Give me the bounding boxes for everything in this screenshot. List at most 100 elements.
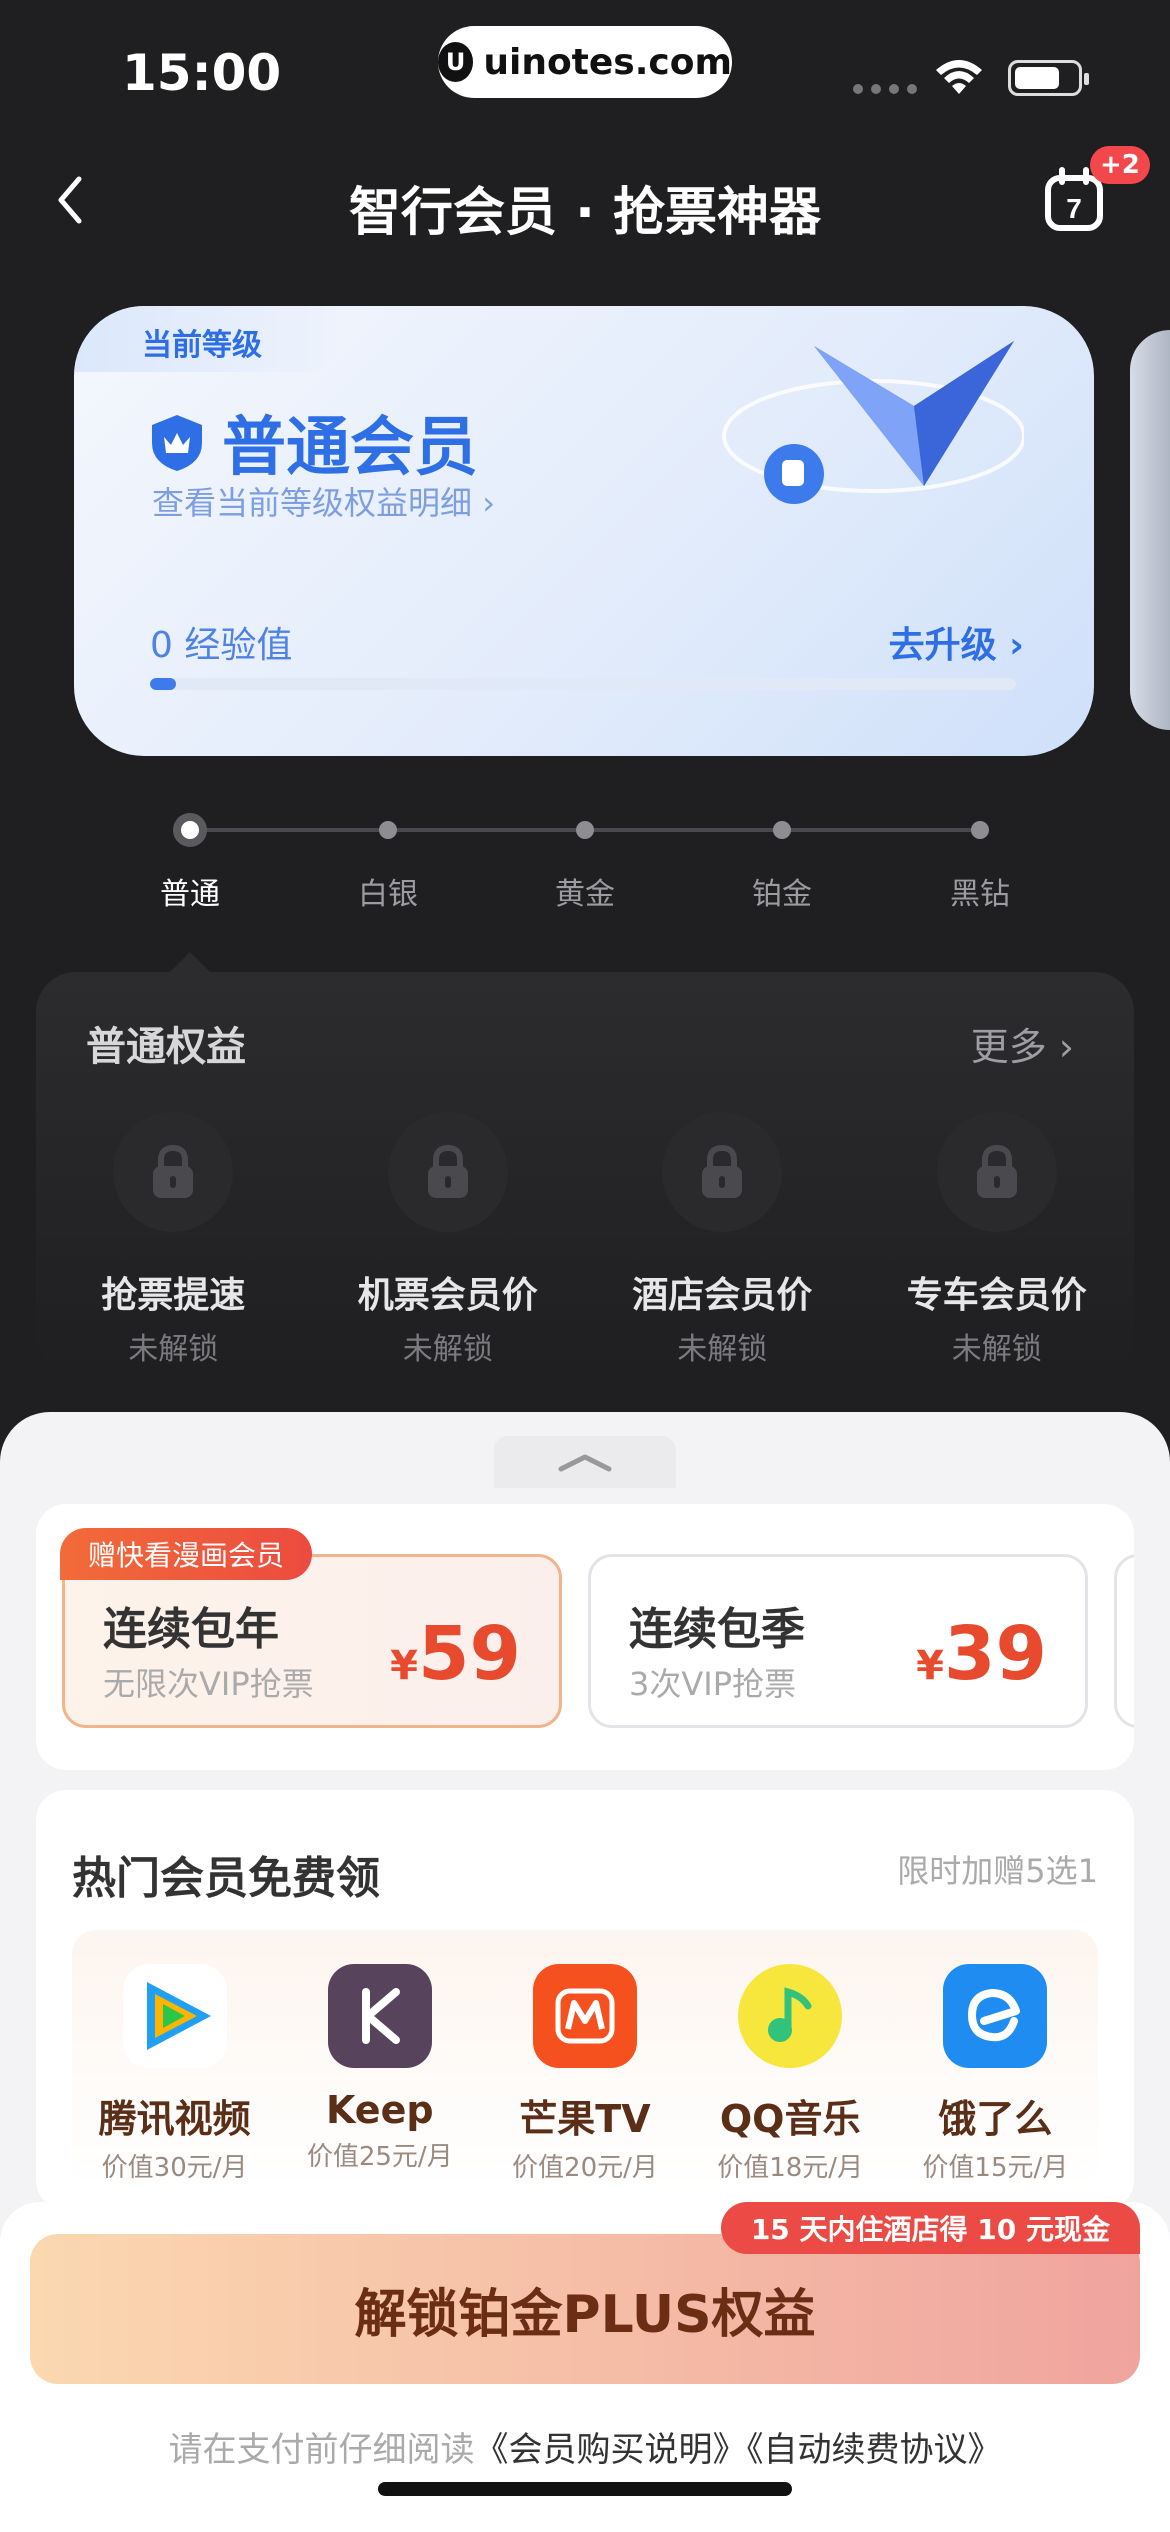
lock-icon <box>662 1112 783 1232</box>
chevron-right-icon: › <box>1046 1025 1074 1069</box>
tier-dot <box>971 821 989 839</box>
benefit-status: 未解锁 <box>128 1332 219 1367</box>
uinotes-logo-icon: U <box>438 42 474 82</box>
tier-dot <box>773 821 791 839</box>
next-level-card-peek[interactable] <box>1130 330 1170 730</box>
lock-icon <box>387 1112 508 1232</box>
purchase-sheet: 连续包年 无限次VIP抢票 ¥59 赠快看漫画会员 连续包季 3次VIP抢票 ¥… <box>0 1412 1170 2532</box>
calendar-day: 7 <box>1066 193 1082 224</box>
more-text: 更多 <box>970 1025 1047 1069</box>
tier-timeline: 普通 白银 黄金 铂金 黑钻 <box>0 800 1170 913</box>
benefits-panel: 普通权益 更多 › 抢票提速 未解锁 机票会员价 未解锁 酒店会员价 未解锁 专… <box>36 972 1134 1372</box>
app-value: 价值20元/月 <box>512 2153 658 2183</box>
benefit-list: 抢票提速 未解锁 机票会员价 未解锁 酒店会员价 未解锁 专车会员价 未解锁 <box>36 1112 1134 1368</box>
tier-label: 黄金 <box>555 877 615 912</box>
crown-shield-icon <box>152 415 202 471</box>
benefit-name: 机票会员价 <box>357 1275 538 1316</box>
agreement-prefix: 请在支付前仔细阅读 <box>168 2430 475 2470</box>
upgrade-link[interactable]: 去升级 › <box>889 616 1024 668</box>
benefits-more-link[interactable]: 更多 › <box>971 1016 1074 1071</box>
price-value: 39 <box>944 1611 1047 1697</box>
tier-label: 白银 <box>358 877 418 912</box>
plan-card-annual[interactable]: 连续包年 无限次VIP抢票 ¥59 <box>62 1554 562 1728</box>
url-pill[interactable]: U uinotes.com <box>438 26 732 98</box>
benefit-status: 未解锁 <box>677 1332 768 1367</box>
free-membership-section: 热门会员免费领 限时加赠5选1 腾讯视频 价值30元/月 Keep 价值25元/… <box>36 1790 1134 2210</box>
cellular-signal-icon <box>853 84 917 94</box>
cashback-badge: 15 天内住酒店得 10 元现金 <box>720 2202 1140 2254</box>
nav-bar: 智行会员 · 抢票神器 7 <box>0 150 1170 250</box>
experience-progress-bar <box>150 678 1016 690</box>
benefit-item[interactable]: 抢票提速 未解锁 <box>36 1112 311 1368</box>
member-level-name: 普通会员 <box>222 411 478 485</box>
benefit-status: 未解锁 <box>951 1332 1042 1367</box>
chevron-up-icon <box>558 1454 612 1472</box>
app-name: 饿了么 <box>938 2097 1053 2141</box>
plan-desc: 无限次VIP抢票 <box>103 1665 314 1703</box>
app-value: 价值18元/月 <box>717 2153 864 2183</box>
purchase-terms-link[interactable]: 《会员购买说明》 <box>475 2430 747 2470</box>
benefits-title: 普通权益 <box>86 1024 246 1070</box>
tier-dot <box>379 821 397 839</box>
home-indicator <box>378 2482 792 2496</box>
page-title: 智行会员 · 抢票神器 <box>349 183 821 243</box>
tier-dot <box>576 821 594 839</box>
chevron-right-icon: › <box>482 484 495 522</box>
plan-card-peek[interactable] <box>1114 1554 1134 1728</box>
app-name: Keep <box>326 2088 434 2132</box>
tier-label: 黑钻 <box>950 877 1010 912</box>
tier-label: 铂金 <box>752 877 812 912</box>
tier-item[interactable]: 普通 <box>120 800 260 913</box>
lock-icon <box>113 1112 234 1232</box>
app-value: 价值15元/月 <box>922 2153 1069 2183</box>
url-text: uinotes.com <box>483 41 732 83</box>
app-name: QQ音乐 <box>719 2097 861 2141</box>
benefit-name: 专车会员价 <box>906 1275 1087 1316</box>
member-level-card[interactable]: 当前等级 普通会员 查看当前等级权益明细 › 0 经验值 去升级 › <box>74 306 1094 756</box>
price-value: 59 <box>418 1611 521 1697</box>
status-bar: 15:00 U uinotes.com <box>0 0 1170 130</box>
free-app-item[interactable]: 饿了么 价值15元/月 <box>893 1930 1098 2190</box>
eleme-icon <box>943 1964 1048 2068</box>
tencent-video-icon <box>122 1964 227 2068</box>
member-level-row: 普通会员 <box>146 396 478 488</box>
benefits-pointer <box>170 952 210 972</box>
mango-tv-icon <box>532 1964 637 2068</box>
wifi-icon <box>936 60 982 94</box>
gift-tag: 赠快看漫画会员 <box>60 1528 313 1580</box>
free-app-list: 腾讯视频 价值30元/月 Keep 价值25元/月 芒果TV 价值20元/月 Q… <box>72 1930 1098 2190</box>
level-detail-link[interactable]: 查看当前等级权益明细 › <box>152 478 495 524</box>
plan-desc: 3次VIP抢票 <box>629 1665 796 1703</box>
plan-card-quarterly[interactable]: 连续包季 3次VIP抢票 ¥39 <box>588 1554 1088 1728</box>
free-app-item[interactable]: QQ音乐 价值18元/月 <box>688 1930 893 2190</box>
tier-label: 普通 <box>160 877 220 912</box>
plan-name: 连续包年 <box>103 1604 279 1655</box>
tier-item[interactable]: 铂金 <box>712 800 852 913</box>
tier-item[interactable]: 黑钻 <box>910 800 1050 913</box>
price-currency: ¥ <box>390 1643 419 1689</box>
benefit-name: 酒店会员价 <box>632 1275 813 1316</box>
benefit-item[interactable]: 机票会员价 未解锁 <box>311 1112 586 1368</box>
tier-item[interactable]: 白银 <box>318 800 458 913</box>
benefit-item[interactable]: 专车会员价 未解锁 <box>860 1112 1135 1368</box>
zhixing-logo-art <box>722 341 1024 504</box>
free-app-item[interactable]: Keep 价值25元/月 <box>277 1930 482 2190</box>
battery-icon <box>1008 60 1089 96</box>
benefit-item[interactable]: 酒店会员价 未解锁 <box>585 1112 860 1368</box>
free-app-item[interactable]: 腾讯视频 价值30元/月 <box>72 1930 277 2190</box>
qq-music-icon <box>738 1964 843 2068</box>
free-app-item[interactable]: 芒果TV 价值20元/月 <box>482 1930 687 2190</box>
experience-points: 0 经验值 <box>150 625 293 666</box>
auto-renew-terms-link[interactable]: 《自动续费协议》 <box>747 2430 1002 2470</box>
plan-price: ¥59 <box>390 1611 521 1697</box>
experience-progress-fill <box>150 678 176 690</box>
plan-price: ¥39 <box>916 1611 1047 1697</box>
current-level-tag: 当前等级 <box>74 306 344 372</box>
app-name: 腾讯视频 <box>98 2097 251 2141</box>
sheet-handle[interactable] <box>494 1436 676 1488</box>
lock-icon <box>936 1112 1057 1232</box>
upgrade-text: 去升级 <box>888 625 997 666</box>
unlock-plus-button[interactable]: 解锁铂金PLUS权益 <box>30 2234 1140 2384</box>
free-section-title: 热门会员免费领 <box>72 1853 380 1904</box>
tier-item[interactable]: 黄金 <box>515 800 655 913</box>
